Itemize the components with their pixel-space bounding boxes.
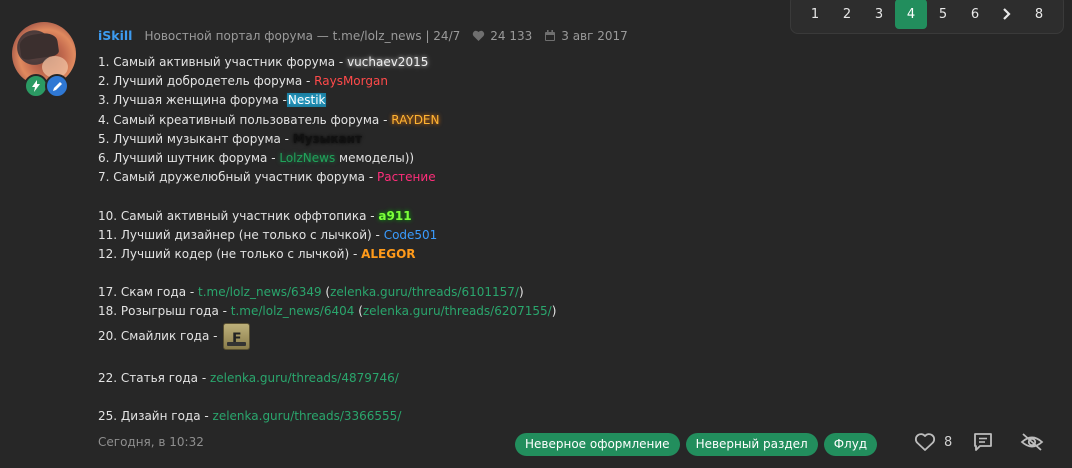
like-count: 8 bbox=[944, 434, 953, 450]
user-title: Новостной портал форума — t.me/lolz_news… bbox=[144, 28, 461, 43]
list-item: 4. Самый креативный пользователь форума … bbox=[98, 111, 798, 130]
nominee-username[interactable]: Музыкант bbox=[293, 132, 362, 146]
item-text: 7. Самый дружелюбный участник форума - bbox=[98, 170, 377, 185]
list-item: 6. Лучший шутник форума - LolzNews мемод… bbox=[98, 149, 798, 168]
comment-icon bbox=[974, 433, 993, 451]
list-item: 1. Самый активный участник форума - vuch… bbox=[98, 53, 798, 72]
list-item: 12. Лучший кодер (не только с лычкой) - … bbox=[98, 245, 798, 264]
item-text: ) bbox=[551, 304, 557, 319]
item-text: 22. Статья года - bbox=[98, 370, 210, 385]
telegram-link[interactable]: t.me/lolz_news/6404 bbox=[231, 304, 355, 318]
list-item: 25. Дизайн года - zelenka.guru/threads/3… bbox=[98, 407, 798, 426]
list-item: 5. Лучший музыкант форума - Музыкант bbox=[98, 130, 798, 149]
page-8-button[interactable]: 8 bbox=[1023, 0, 1055, 29]
registration-date-value: 3 авг 2017 bbox=[561, 28, 628, 43]
report-tags: Неверное оформление Неверный раздел Флуд bbox=[515, 433, 878, 456]
chevron-right-icon bbox=[1003, 8, 1011, 20]
item-text: 10. Самый активный участник оффтопика - bbox=[98, 208, 379, 223]
item-text: 5. Лучший музыкант форума - bbox=[98, 131, 293, 146]
nominee-username[interactable]: Nestik bbox=[286, 93, 327, 108]
nominee-username[interactable]: a911 bbox=[378, 209, 411, 223]
likes-total: 24 133 bbox=[472, 29, 532, 43]
post-time[interactable]: Сегодня, в 10:32 bbox=[98, 435, 204, 449]
item-text: 2. Лучший добродетель форума - bbox=[98, 74, 315, 89]
nominee-username[interactable]: Растение bbox=[377, 170, 436, 184]
page-1-button[interactable]: 1 bbox=[799, 0, 831, 29]
nominee-username[interactable]: Code501 bbox=[384, 228, 438, 242]
tag-wrong-format-button[interactable]: Неверное оформление bbox=[515, 433, 680, 456]
thread-link[interactable]: zelenka.guru/threads/6101157/ bbox=[330, 285, 519, 299]
pencil-badge-icon bbox=[45, 74, 69, 98]
list-item: 17. Скам года - t.me/lolz_news/6349 (zel… bbox=[98, 283, 798, 302]
list-item: 2. Лучший добродетель форума - RaysMorga… bbox=[98, 72, 798, 91]
item-text: 12. Лучший кодер (не только с лычкой) - bbox=[98, 246, 362, 261]
nominee-username[interactable]: ALEGOR bbox=[361, 247, 415, 261]
tag-flood-button[interactable]: Флуд bbox=[823, 433, 878, 456]
telegram-link[interactable]: t.me/lolz_news/6349 bbox=[198, 285, 322, 299]
nominee-username[interactable]: vuchaev2015 bbox=[347, 55, 428, 69]
item-text: 6. Лучший шутник форума - bbox=[98, 150, 280, 165]
calendar-icon bbox=[544, 29, 556, 42]
post-actions: 8 bbox=[914, 432, 1044, 452]
tag-wrong-section-button[interactable]: Неверный раздел bbox=[685, 433, 818, 456]
item-text: ( bbox=[354, 304, 363, 319]
item-text: 20. Смайлик года - bbox=[98, 328, 222, 343]
registration-date: 3 авг 2017 bbox=[544, 29, 628, 43]
press-f-smiley-icon: F bbox=[223, 322, 251, 350]
item-text: 1. Самый активный участник форума - bbox=[98, 55, 348, 69]
reply-button[interactable] bbox=[972, 432, 994, 452]
page-4-button-current[interactable]: 4 bbox=[895, 0, 927, 29]
list-item: 22. Статья года - zelenka.guru/threads/4… bbox=[98, 369, 798, 388]
post-header: iSkill Новостной портал форума — t.me/lo… bbox=[98, 28, 628, 43]
item-text: 17. Скам года - bbox=[98, 285, 199, 300]
post-content: 1. Самый активный участник форума - vuch… bbox=[98, 53, 798, 426]
page-6-button[interactable]: 6 bbox=[959, 0, 991, 29]
item-text: 11. Лучший дизайнер (не только с лычкой)… bbox=[98, 227, 384, 242]
nominee-username[interactable]: LolzNews bbox=[279, 151, 335, 165]
author-avatar-block bbox=[12, 22, 78, 98]
thread-link[interactable]: zelenka.guru/threads/4879746/ bbox=[210, 371, 399, 385]
item-text: ( bbox=[321, 285, 331, 300]
item-text: 18. Розыгрыш года - bbox=[98, 304, 231, 319]
likes-total-value: 24 133 bbox=[490, 28, 533, 43]
eye-off-icon bbox=[1020, 433, 1044, 451]
item-text: ) bbox=[518, 285, 524, 300]
page-5-button[interactable]: 5 bbox=[927, 0, 959, 29]
heart-icon bbox=[472, 30, 485, 42]
list-item: 18. Розыгрыш года - t.me/lolz_news/6404 … bbox=[98, 302, 798, 321]
username-link[interactable]: iSkill bbox=[98, 28, 132, 43]
like-button[interactable]: 8 bbox=[914, 432, 972, 452]
heart-outline-icon bbox=[914, 433, 936, 451]
thread-link[interactable]: zelenka.guru/threads/3366555/ bbox=[213, 409, 402, 423]
nominee-username[interactable]: RAYDEN bbox=[391, 113, 439, 127]
list-item: 10. Самый активный участник оффтопика - … bbox=[98, 207, 798, 226]
item-text: мемоделы)) bbox=[335, 150, 415, 165]
list-item: 11. Лучший дизайнер (не только с лычкой)… bbox=[98, 226, 798, 245]
next-page-button[interactable] bbox=[991, 0, 1023, 29]
thread-link[interactable]: zelenka.guru/threads/6207155/ bbox=[363, 304, 552, 318]
item-text: 3. Лучшая женщина форума - bbox=[98, 93, 287, 108]
list-item: 20. Смайлик года - F bbox=[98, 322, 798, 350]
item-text: 25. Дизайн года - bbox=[98, 409, 213, 424]
nominee-username[interactable]: RaysMorgan bbox=[314, 74, 388, 88]
item-text: 4. Самый креативный пользователь форума … bbox=[98, 112, 392, 127]
pagination: 1 2 3 4 5 6 8 bbox=[790, 0, 1064, 34]
hide-post-button[interactable] bbox=[1020, 432, 1044, 452]
page-3-button[interactable]: 3 bbox=[863, 0, 895, 29]
page-2-button[interactable]: 2 bbox=[831, 0, 863, 29]
list-item: 7. Самый дружелюбный участник форума - Р… bbox=[98, 168, 798, 187]
list-item: 3. Лучшая женщина форума -Nestik bbox=[98, 91, 798, 110]
smiley-letter: F bbox=[231, 330, 242, 347]
